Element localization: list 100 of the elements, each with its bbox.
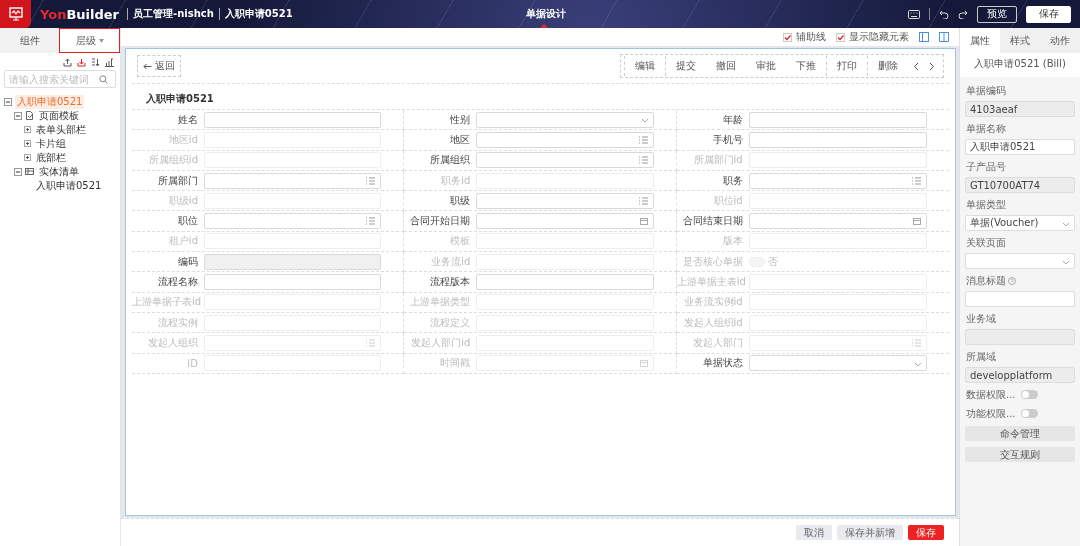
toggle-switch[interactable] — [1020, 390, 1038, 399]
date-field[interactable] — [476, 355, 654, 372]
select-field[interactable]: 单据(Voucher) — [965, 215, 1075, 231]
reference-field[interactable] — [748, 334, 927, 351]
action-button[interactable]: 下推 — [786, 56, 826, 76]
list-icon[interactable] — [637, 134, 649, 145]
undo-icon[interactable] — [939, 9, 949, 19]
input-field[interactable] — [965, 291, 1075, 307]
action-button[interactable]: 编辑 — [624, 56, 665, 76]
upload-icon[interactable] — [63, 58, 72, 67]
list-icon[interactable] — [365, 337, 377, 348]
input-field[interactable] — [204, 314, 382, 331]
checkbox[interactable] — [836, 32, 845, 42]
save-button[interactable]: 保存 — [1026, 5, 1071, 23]
tree-item[interactable]: 页面模板 — [37, 108, 81, 123]
input-field[interactable] — [476, 334, 654, 351]
footer-button[interactable]: 取消 — [796, 525, 832, 540]
action-button[interactable]: 撤回 — [706, 56, 746, 76]
input-field[interactable] — [748, 152, 927, 169]
chevron-right-icon[interactable] — [929, 61, 935, 71]
reference-field[interactable] — [476, 131, 654, 148]
tree-item[interactable]: 表单头部栏 — [34, 122, 88, 137]
split-layout-icon[interactable] — [939, 32, 949, 42]
chevron-left-icon[interactable] — [913, 61, 919, 71]
expand-toggle[interactable] — [24, 126, 31, 133]
input-field[interactable] — [204, 233, 382, 250]
input-field[interactable] — [748, 314, 927, 331]
keyboard-icon[interactable] — [908, 9, 920, 19]
input-field[interactable] — [748, 294, 927, 311]
input-field[interactable] — [204, 111, 382, 128]
tree-item[interactable]: 实体清单 — [37, 164, 81, 179]
expand-toggle[interactable] — [14, 167, 22, 176]
panel-tab[interactable]: 样式 — [1000, 28, 1040, 53]
action-button[interactable]: 审批 — [746, 56, 786, 76]
input-field[interactable] — [204, 131, 382, 148]
date-field[interactable] — [476, 213, 654, 230]
calendar-icon[interactable] — [638, 216, 649, 227]
toggle-switch[interactable] — [1020, 409, 1038, 418]
list-icon[interactable] — [365, 175, 377, 186]
tree-item[interactable]: 入职申请0521 — [34, 178, 104, 193]
input-field[interactable] — [476, 274, 654, 290]
calendar-icon[interactable] — [638, 358, 649, 369]
property-button[interactable]: 命令管理 — [965, 426, 1075, 441]
checkbox[interactable] — [783, 32, 792, 42]
input-field[interactable] — [476, 172, 654, 189]
list-icon[interactable] — [637, 195, 649, 206]
panel-tab[interactable]: 层级 — [59, 28, 120, 53]
list-icon[interactable] — [911, 175, 922, 186]
tree-item[interactable]: 底部栏 — [34, 150, 68, 165]
help-icon[interactable] — [1008, 277, 1016, 285]
input-field[interactable] — [748, 131, 927, 148]
select-field[interactable] — [965, 253, 1075, 269]
list-icon[interactable] — [637, 155, 649, 166]
input-field[interactable] — [204, 294, 382, 311]
footer-button[interactable]: 保存 — [908, 525, 944, 540]
action-button[interactable]: 提交 — [665, 56, 706, 76]
panel-tab[interactable]: 组件 — [0, 28, 59, 53]
input-field[interactable] — [476, 233, 654, 250]
download-icon[interactable] — [77, 58, 86, 67]
reference-field[interactable] — [204, 213, 382, 230]
reference-field[interactable] — [476, 152, 654, 169]
search-icon[interactable] — [99, 74, 108, 84]
input-field[interactable] — [748, 192, 927, 209]
preview-button[interactable]: 预览 — [977, 5, 1017, 23]
back-button[interactable]: 返回 — [137, 55, 181, 77]
tree-item[interactable]: 卡片组 — [34, 136, 68, 151]
input-field[interactable] — [204, 152, 382, 169]
reference-field[interactable] — [204, 334, 382, 351]
property-button[interactable]: 交互规则 — [965, 447, 1075, 462]
footer-button[interactable]: 保存并新增 — [837, 525, 903, 540]
input-field[interactable] — [476, 314, 654, 331]
date-field[interactable] — [748, 213, 927, 230]
reference-field[interactable] — [748, 172, 927, 189]
expand-toggle[interactable] — [14, 111, 22, 120]
list-icon[interactable] — [911, 337, 922, 348]
search-field[interactable]: 请输入搜索关键词 — [4, 70, 116, 88]
list-icon[interactable] — [365, 216, 377, 227]
panel-tab[interactable]: 动作 — [1040, 28, 1080, 53]
input-field[interactable] — [204, 192, 382, 209]
input-field[interactable] — [476, 294, 654, 311]
input-field[interactable] — [748, 111, 927, 128]
bar-chart-icon[interactable] — [105, 58, 114, 67]
input-field[interactable] — [204, 355, 382, 372]
reference-field[interactable] — [204, 172, 382, 189]
input-field[interactable] — [204, 274, 382, 290]
panel-tab[interactable]: 属性 — [960, 28, 1000, 53]
redo-icon[interactable] — [958, 9, 968, 19]
expand-toggle[interactable] — [24, 140, 31, 147]
sort-down-icon[interactable] — [91, 58, 100, 67]
input-field[interactable] — [476, 253, 654, 270]
expand-toggle[interactable] — [24, 154, 31, 161]
action-button[interactable]: 删除 — [867, 56, 908, 76]
reference-field[interactable] — [476, 192, 654, 209]
input-field[interactable] — [748, 233, 927, 250]
select-field[interactable] — [476, 111, 654, 128]
split-layout-icon[interactable] — [919, 32, 929, 42]
calendar-icon[interactable] — [912, 216, 922, 227]
input-field[interactable]: 入职申请0521 — [965, 139, 1075, 155]
select-field[interactable] — [748, 355, 927, 372]
action-button[interactable]: 打印 — [826, 56, 867, 76]
